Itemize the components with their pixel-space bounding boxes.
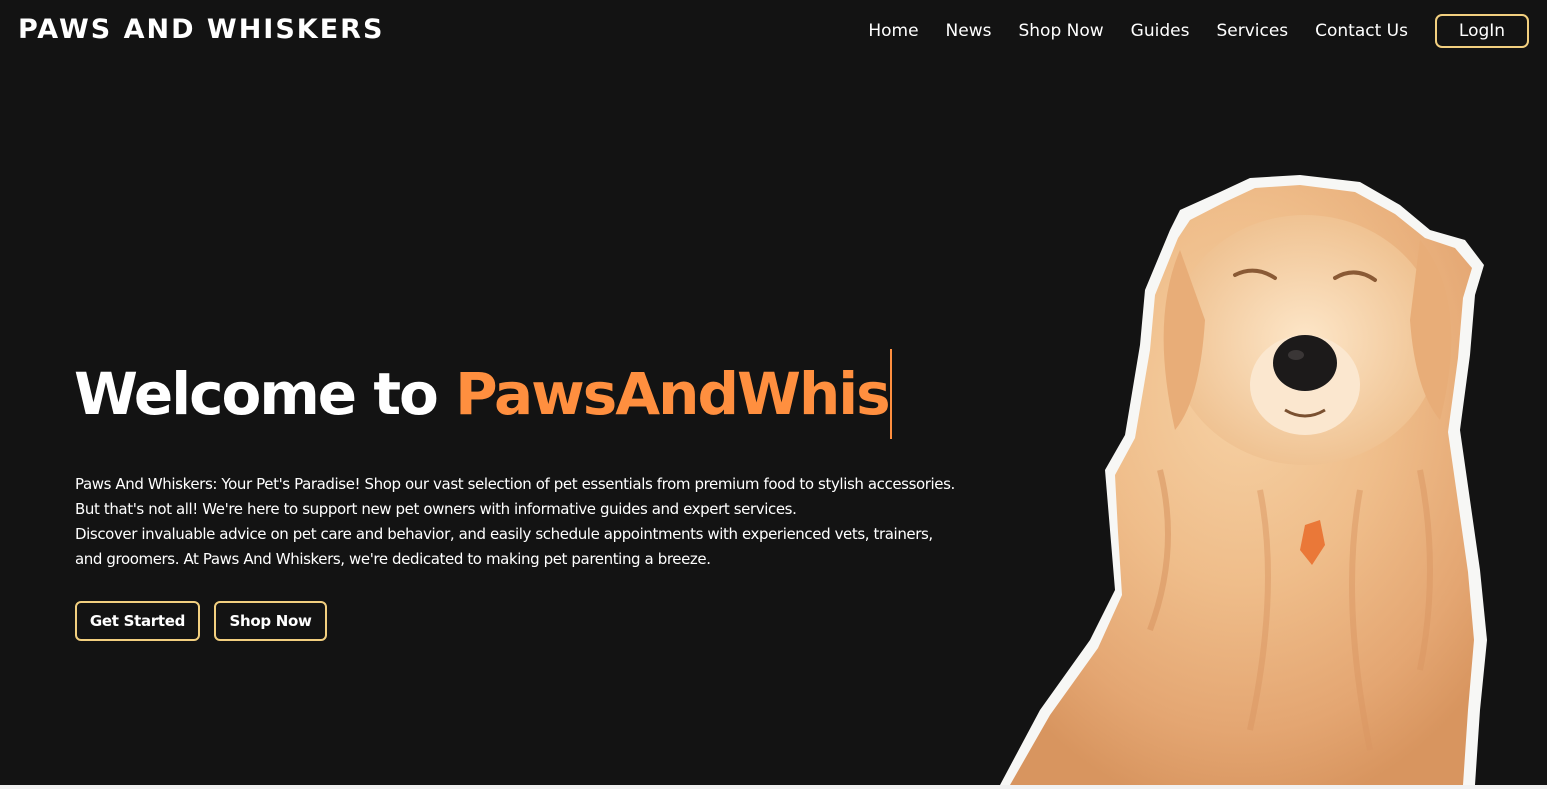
get-started-button[interactable]: Get Started xyxy=(75,601,200,641)
nav-home[interactable]: Home xyxy=(868,21,918,41)
hero-description: Paws And Whiskers: Your Pet's Paradise! … xyxy=(75,472,1065,572)
main-nav: Home News Shop Now Guides Services Conta… xyxy=(868,14,1529,48)
shop-now-button[interactable]: Shop Now xyxy=(214,601,327,641)
description-line: Discover invaluable advice on pet care a… xyxy=(75,525,933,543)
nav-shop-now[interactable]: Shop Now xyxy=(1018,21,1103,41)
nav-services[interactable]: Services xyxy=(1216,21,1288,41)
page-bottom-edge xyxy=(0,785,1547,789)
description-line: and groomers. At Paws And Whiskers, we'r… xyxy=(75,550,711,568)
brand-logo[interactable]: PAWS AND WHISKERS xyxy=(18,14,384,45)
dog-image xyxy=(1000,175,1487,785)
description-line: Paws And Whiskers: Your Pet's Paradise! … xyxy=(75,475,955,493)
hero-title: Welcome to PawsAndWhis xyxy=(74,349,892,439)
login-button[interactable]: LogIn xyxy=(1435,14,1529,48)
typing-caret xyxy=(889,349,892,439)
hero-title-typed: PawsAndWhis xyxy=(455,360,891,428)
hero-title-prefix: Welcome to xyxy=(74,360,456,428)
page-frame: PAWS AND WHISKERS Home News Shop Now Gui… xyxy=(0,0,1547,785)
nav-contact-us[interactable]: Contact Us xyxy=(1315,21,1408,41)
nav-guides[interactable]: Guides xyxy=(1131,21,1190,41)
description-line: But that's not all! We're here to suppor… xyxy=(75,500,797,518)
nav-news[interactable]: News xyxy=(946,21,992,41)
